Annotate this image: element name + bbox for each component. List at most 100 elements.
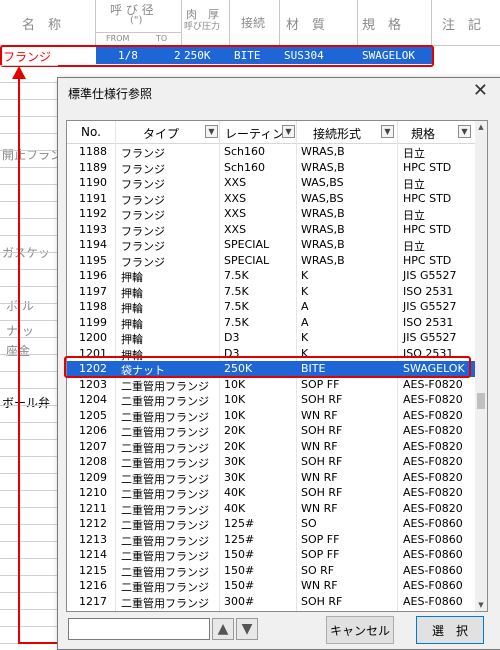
list-item[interactable]: 1214 二重管用フランジ 150# SOP FF AES-F0860 (67, 547, 475, 563)
list-cell: 1189 (79, 160, 107, 174)
list-cell: 1191 (79, 191, 107, 205)
dialog-title: 標準仕様行参照 (68, 87, 153, 101)
list-item[interactable]: 1206 二重管用フランジ 20K SOH RF AES-F0820 (67, 423, 475, 439)
col-header-rating[interactable]: レーティン (225, 125, 284, 142)
col-header-connection[interactable]: 接続形式 (313, 125, 361, 142)
cancel-button[interactable]: キャンセル (326, 616, 394, 644)
list-cell: 1210 (79, 486, 107, 499)
select-button[interactable]: 選 択 (416, 616, 484, 644)
list-item[interactable]: 1198 押輪 7.5K A JIS G5527 (67, 299, 475, 315)
grid-line (0, 320, 58, 321)
list-cell: WRAS,B (301, 222, 345, 236)
list-cell: 1195 (79, 253, 107, 267)
scroll-thumb[interactable] (477, 393, 485, 409)
grid-line (0, 592, 58, 593)
list-item[interactable]: 1217 二重管用フランジ 300# SOH RF AES-F0860 (67, 594, 475, 610)
list-cell: ISO 2531 (403, 284, 454, 298)
col-header-standard[interactable]: 規格 (411, 125, 435, 142)
list-item[interactable]: 1188 フランジ Sch160 WRAS,B 日立 (67, 144, 475, 160)
list-cell: 二重管用フランジ (121, 596, 209, 610)
list-item[interactable]: 1189 フランジ Sch160 WRAS,B HPC STD (67, 160, 475, 176)
list-cell: 125# (224, 517, 255, 530)
list-cell: 1215 (79, 563, 107, 577)
grid-line (0, 150, 58, 151)
header-thickness: 肉 厚 呼び圧力 (182, 0, 230, 46)
list-item[interactable]: 1200 押輪 D3 K JIS G5527 (67, 330, 475, 346)
header-divider (96, 32, 182, 33)
list-item[interactable]: 1213 二重管用フランジ 125# SOP FF AES-F0860 (67, 532, 475, 548)
grid-line (0, 524, 58, 525)
list-cell: XXS (224, 191, 247, 205)
list-cell: 1205 (79, 408, 107, 422)
list-item[interactable]: 1209 二重管用フランジ 30K WN RF AES-F0820 (67, 470, 475, 486)
list-item[interactable]: 1212 二重管用フランジ 125# SO AES-F0860 (67, 516, 475, 532)
list-item[interactable]: 1191 フランジ XXS WAS,BS HPC STD (67, 191, 475, 207)
next-arrow-icon[interactable]: ▼ (236, 618, 258, 640)
grid-line (0, 473, 58, 474)
col-header-type[interactable]: タイプ (143, 125, 179, 142)
list-item[interactable]: 1215 二重管用フランジ 150# SO RF AES-F0860 (67, 563, 475, 579)
list-cell: 1192 (79, 207, 107, 220)
scroll-up-icon[interactable]: ▲ (475, 121, 487, 133)
list-item[interactable]: 1193 フランジ XXS WRAS,B HPC STD (67, 222, 475, 238)
list-item[interactable]: 1203 二重管用フランジ 10K SOP FF AES-F0820 (67, 377, 475, 393)
list-cell: 1212 (79, 517, 107, 530)
list-scrollbar[interactable]: ▲ ▼ (475, 121, 487, 611)
grid-line (0, 626, 58, 627)
list-item[interactable]: 1197 押輪 7.5K K ISO 2531 (67, 284, 475, 300)
col-header-no[interactable]: No. (81, 125, 101, 139)
list-item[interactable]: 1205 二重管用フランジ 10K WN RF AES-F0820 (67, 408, 475, 424)
list-cell: WN RF (301, 579, 338, 592)
list-cell: XXS (224, 176, 247, 189)
header-material: 材 質 (280, 0, 358, 46)
list-cell: 7.5K (224, 269, 249, 282)
list-cell: 7.5K (224, 315, 249, 329)
list-cell: JIS G5527 (403, 331, 457, 344)
list-item[interactable]: 1210 二重管用フランジ 40K SOH RF AES-F0820 (67, 485, 475, 501)
list-cell: 1196 (79, 269, 107, 282)
chevron-down-icon[interactable]: ▼ (282, 125, 295, 138)
arrow-up-icon (12, 66, 26, 79)
list-item[interactable]: 1199 押輪 7.5K A ISO 2531 (67, 315, 475, 331)
grid-line (0, 558, 58, 559)
list-item[interactable]: 1207 二重管用フランジ 20K WN RF AES-F0820 (67, 439, 475, 455)
scroll-down-icon[interactable]: ▼ (475, 599, 487, 611)
list-item[interactable]: 1196 押輪 7.5K K JIS G5527 (67, 268, 475, 284)
close-icon[interactable]: ✕ (473, 80, 488, 101)
grid-line (0, 303, 58, 304)
list-item[interactable]: 1192 フランジ XXS WRAS,B 日立 (67, 206, 475, 222)
grid-line (0, 388, 58, 389)
chevron-down-icon[interactable]: ▼ (381, 125, 394, 138)
list-cell: 1214 (79, 548, 107, 561)
list-item[interactable]: 1211 二重管用フランジ 40K WN RF AES-F0820 (67, 501, 475, 517)
list-cell: AES-F0860 (403, 579, 463, 592)
header-note: 注 記 (432, 0, 500, 46)
list-item[interactable]: 1190 フランジ XXS WAS,BS 日立 (67, 175, 475, 191)
list-item[interactable]: 1208 二重管用フランジ 30K SOH RF AES-F0820 (67, 454, 475, 470)
list-cell: XXS (224, 207, 247, 220)
arrow-connector (18, 642, 62, 644)
list-item[interactable]: 1204 二重管用フランジ 10K SOH RF AES-F0820 (67, 392, 475, 408)
list-cell: AES-F0860 (403, 532, 463, 546)
search-input[interactable] (68, 618, 210, 640)
list-cell: AES-F0820 (403, 408, 463, 422)
prev-arrow-icon[interactable]: ▲ (212, 618, 234, 640)
list-item[interactable]: 1195 フランジ SPECIAL WRAS,B HPC STD (67, 253, 475, 269)
chevron-down-icon[interactable]: ▼ (205, 125, 218, 138)
list-cell: 1198 (79, 300, 107, 313)
list-cell: Sch160 (224, 160, 265, 174)
grid-line (0, 405, 58, 406)
list-cell: SO (301, 517, 317, 530)
list-cell: AES-F0820 (403, 424, 463, 437)
list-cell: WAS,BS (301, 191, 344, 205)
list-item[interactable]: 1194 フランジ SPECIAL WRAS,B 日立 (67, 237, 475, 253)
grid-line (0, 456, 58, 457)
list-item[interactable]: 1216 二重管用フランジ 150# WN RF AES-F0860 (67, 578, 475, 594)
list-cell: 1190 (79, 176, 107, 189)
grid-line (0, 167, 58, 168)
chevron-down-icon[interactable]: ▼ (458, 125, 471, 138)
list-cell: A (301, 300, 309, 313)
grid-line (0, 218, 58, 219)
list-cell: 1216 (79, 579, 107, 592)
list-cell: SOH RF (301, 393, 343, 406)
